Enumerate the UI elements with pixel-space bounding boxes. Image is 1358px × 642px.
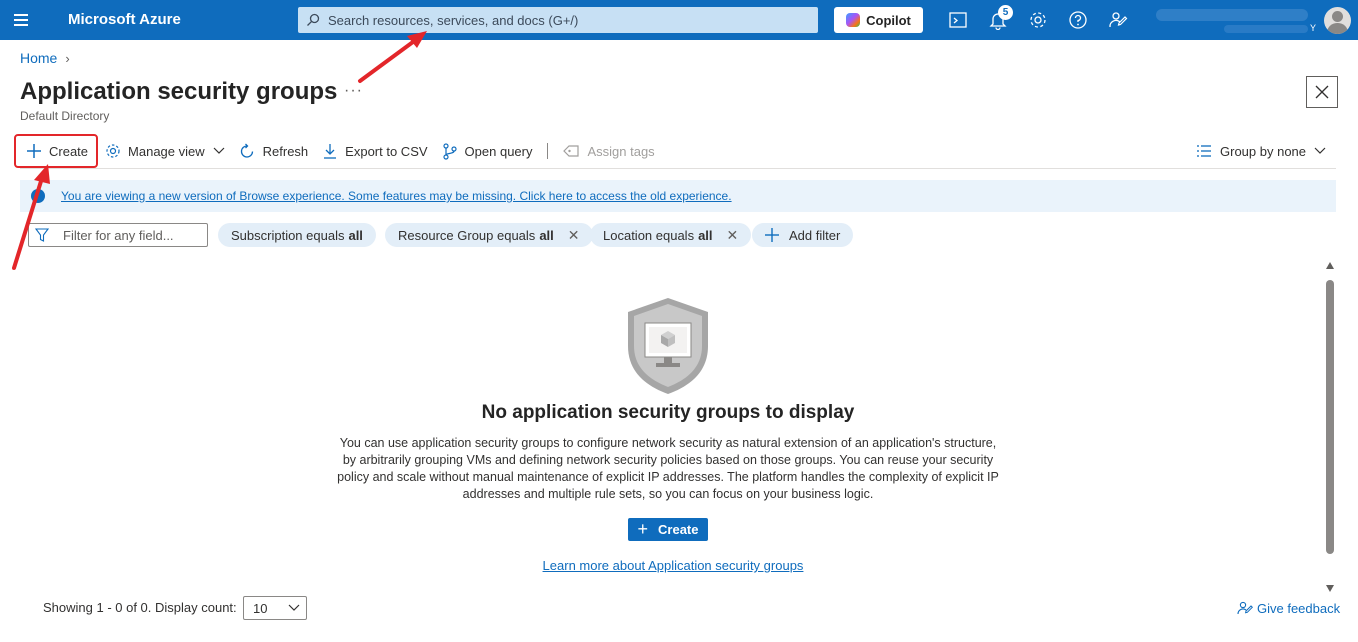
page-title: Application security groups [20,78,338,105]
add-filter-button[interactable]: Add filter [752,223,854,247]
breadcrumb-home[interactable]: Home [20,50,57,66]
page-subtitle: Default Directory [20,109,110,123]
security-shield-icon [628,298,708,394]
search-icon [307,13,320,26]
filter-location-value: all [698,227,713,243]
open-query-label: Open query [464,143,533,159]
create-primary-button[interactable]: + Create [628,518,708,541]
remove-filter-icon[interactable]: ✕ [727,227,739,244]
chevron-down-icon [288,604,300,611]
close-icon [1315,85,1329,99]
empty-state-description: You can use application security groups … [337,436,999,501]
copilot-button[interactable]: Copilot [834,7,923,33]
refresh-label: Refresh [262,143,309,159]
close-blade-button[interactable] [1306,76,1338,108]
filter-location-label: Location equals [603,227,695,243]
display-count-value: 10 [253,600,268,616]
notification-count-badge: 5 [998,5,1013,20]
give-feedback-label: Give feedback [1257,600,1341,616]
breadcrumb-chevron-icon: › [65,50,70,66]
command-bar: Create Manage view Refresh Export to CSV… [14,134,662,168]
old-experience-link[interactable]: You are viewing a new version of Browse … [61,189,732,203]
filter-funnel-icon [35,228,49,242]
copilot-icon [846,13,861,27]
breadcrumb: Home › [20,50,70,66]
filter-placeholder: Filter for any field... [63,227,174,243]
filter-input[interactable]: Filter for any field... [28,223,208,247]
create-label: Create [49,143,89,159]
info-banner: You are viewing a new version of Browse … [20,180,1336,212]
tag-icon [563,145,580,157]
export-csv-button[interactable]: Export to CSV [315,134,434,168]
refresh-button[interactable]: Refresh [232,134,316,168]
give-feedback-link[interactable]: Give feedback [1237,600,1340,616]
scrollbar-thumb[interactable] [1326,280,1334,554]
filter-resource-group-value: all [539,227,554,243]
pagination-summary: Showing 1 - 0 of 0. Display count: [43,600,237,615]
learn-more-link[interactable]: Learn more about Application security gr… [0,558,1346,573]
plus-icon: + [637,519,649,539]
copilot-label: Copilot [866,12,911,28]
open-query-button[interactable]: Open query [435,134,540,168]
toolbar-divider-line [20,168,1336,169]
manage-view-button[interactable]: Manage view [98,134,232,168]
scroll-up-arrow-icon[interactable] [1326,262,1334,269]
account-name-blurred[interactable] [1156,9,1308,21]
add-filter-label: Add filter [789,227,841,243]
export-csv-label: Export to CSV [345,143,428,159]
filter-subscription-label: Subscription equals [231,227,345,243]
remove-filter-icon[interactable]: ✕ [568,227,580,244]
avatar[interactable] [1324,7,1351,34]
create-primary-label: Create [658,522,699,537]
learn-more-label: Learn more about Application security gr… [542,558,804,573]
chevron-down-icon [213,147,225,154]
gear-icon [106,144,120,158]
assign-tags-label: Assign tags [587,143,655,159]
filter-pill-resource-group[interactable]: Resource Group equals all ✕ [385,223,593,247]
filter-resource-group-label: Resource Group equals [398,227,536,243]
refresh-icon [240,143,253,158]
download-icon [324,144,337,159]
annotation-arrow-icon [12,164,50,270]
help-icon[interactable] [1068,10,1088,30]
info-icon [31,189,45,203]
settings-gear-icon[interactable] [1028,10,1048,30]
group-by-label: Group by none [1220,143,1307,159]
vertical-scrollbar[interactable] [1324,262,1336,592]
manage-view-label: Manage view [128,143,205,159]
account-directory-blurred [1224,25,1308,33]
create-button[interactable]: Create [14,134,99,168]
brand-name[interactable]: Microsoft Azure [68,11,181,28]
more-options-button[interactable]: ··· [344,82,363,100]
account-initial: Y [1310,23,1317,33]
display-count-select[interactable]: 10 [243,596,307,620]
filter-pill-location[interactable]: Location equals all ✕ [590,223,752,247]
portal-menu-icon[interactable] [14,11,34,29]
chevron-down-icon [1314,147,1326,154]
toolbar-divider [547,143,549,159]
top-bar: Microsoft Azure Search resources, servic… [0,0,1358,40]
plus-icon [27,144,41,158]
feedback-person-icon [1237,601,1253,615]
feedback-person-icon[interactable] [1108,10,1128,30]
scroll-down-arrow-icon[interactable] [1326,585,1334,592]
assign-tags-button[interactable]: Assign tags [556,134,661,168]
list-icon [1197,145,1211,157]
query-graph-icon [442,142,457,160]
filter-subscription-value: all [348,227,363,243]
plus-icon [765,228,779,242]
group-by-dropdown[interactable]: Group by none [1196,134,1326,168]
empty-state-title: No application security groups to displa… [481,402,855,423]
search-placeholder: Search resources, services, and docs (G+… [328,12,579,28]
cloud-shell-icon[interactable] [948,10,968,30]
global-search-input[interactable]: Search resources, services, and docs (G+… [298,7,818,33]
filter-pill-subscription[interactable]: Subscription equals all [218,223,376,247]
